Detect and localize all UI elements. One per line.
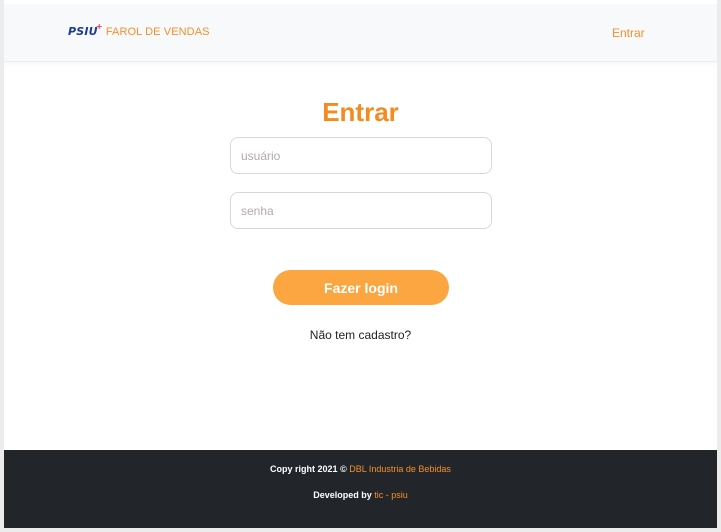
password-input[interactable] <box>230 192 492 229</box>
nav-login-link[interactable]: Entrar <box>612 26 645 40</box>
copyright-text: Copy right 2021 © <box>270 464 350 474</box>
psiu-logo: PSIU + <box>68 22 103 38</box>
copyright-line: Copy right 2021 © DBL Industria de Bebid… <box>4 464 717 474</box>
brand-name: FAROL DE VENDAS <box>105 26 210 38</box>
navbar: PSIU + FAROL DE VENDAS Entrar <box>4 4 717 62</box>
page-title: Entrar <box>322 97 399 127</box>
page: PSIU + FAROL DE VENDAS Entrar Entrar Faz… <box>0 0 721 532</box>
brand-link[interactable]: PSIU + FAROL DE VENDAS <box>68 22 210 38</box>
login-button[interactable]: Fazer login <box>273 270 449 305</box>
developer-line: Developed by tic - psiu <box>4 490 717 500</box>
username-input[interactable] <box>230 137 492 174</box>
developer-link[interactable]: tic - psiu <box>374 490 408 500</box>
logo-text: PSIU <box>68 25 98 38</box>
developed-by-text: Developed by <box>313 490 375 500</box>
company-link[interactable]: DBL Industria de Bebidas <box>349 464 451 474</box>
footer: Copy right 2021 © DBL Industria de Bebid… <box>4 450 717 528</box>
signup-link[interactable]: Não tem cadastro? <box>4 328 717 342</box>
logo-plus-icon: + <box>95 22 103 31</box>
bottom-border <box>4 528 717 532</box>
